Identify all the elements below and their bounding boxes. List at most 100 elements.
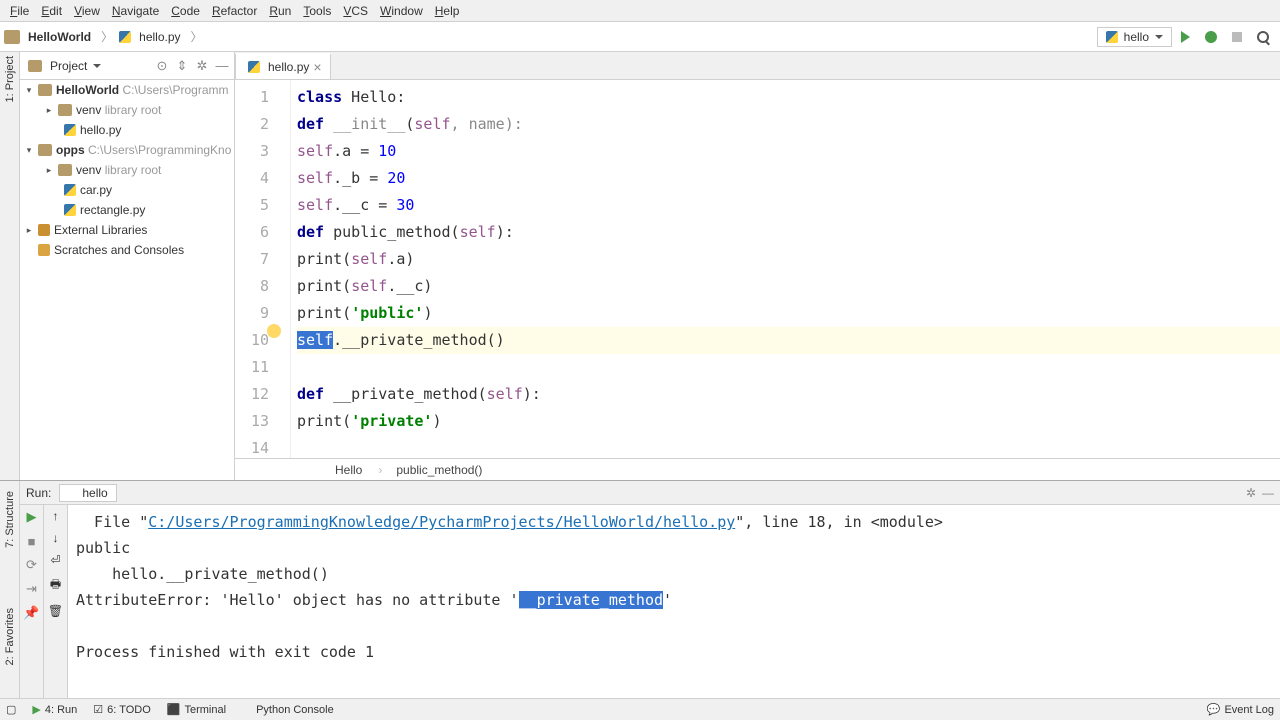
terminal-tool-button[interactable]: ⬛Terminal bbox=[167, 703, 226, 716]
menu-run[interactable]: Run bbox=[263, 2, 297, 20]
nav-bar: HelloWorld 〉 hello.py 〉 hello bbox=[0, 22, 1280, 52]
tree-hint: library root bbox=[105, 103, 162, 117]
menu-tools[interactable]: Tools bbox=[297, 2, 337, 20]
python-file-icon bbox=[64, 184, 76, 196]
menu-edit[interactable]: Edit bbox=[35, 2, 68, 20]
python-file-icon bbox=[248, 61, 260, 73]
code-area[interactable]: class Hello: def __init__(self, name): s… bbox=[291, 80, 1280, 458]
folder-icon bbox=[58, 164, 72, 176]
rerun-button[interactable]: ▶ bbox=[24, 509, 40, 525]
close-tab-button[interactable]: × bbox=[313, 59, 321, 75]
breadcrumb-project[interactable]: HelloWorld bbox=[24, 30, 99, 44]
down-button[interactable]: ↓ bbox=[53, 531, 59, 545]
stop-button[interactable] bbox=[1226, 26, 1248, 48]
search-everywhere-button[interactable] bbox=[1252, 26, 1274, 48]
up-button[interactable]: ↑ bbox=[53, 509, 59, 523]
run-settings-icon[interactable]: ✲ bbox=[1246, 486, 1256, 500]
export-button[interactable]: ⇥ bbox=[24, 581, 40, 597]
python-icon bbox=[1106, 31, 1118, 43]
editor-pane: hello.py × 1234567891011121314 class Hel… bbox=[235, 52, 1280, 480]
tree-scratch[interactable]: Scratches and Consoles bbox=[54, 243, 184, 257]
todo-tool-button[interactable]: ☑6: TODO bbox=[93, 703, 150, 716]
python-file-icon bbox=[64, 124, 76, 136]
left-tool-stripe: 1: Project bbox=[0, 52, 20, 480]
tool-toggle-button[interactable]: ▢ bbox=[6, 703, 16, 716]
bottom-tool-stripe: ▢ ▶4: Run ☑6: TODO ⬛Terminal Python Cons… bbox=[0, 698, 1280, 720]
run-tab-label: hello bbox=[82, 486, 107, 500]
hide-icon[interactable]: — bbox=[214, 58, 230, 74]
menu-bar: File Edit View Navigate Code Refactor Ru… bbox=[0, 0, 1280, 22]
run-tab[interactable]: hello bbox=[59, 484, 116, 502]
folder-icon bbox=[28, 60, 42, 72]
tree-file-hello[interactable]: hello.py bbox=[80, 123, 121, 137]
console-output[interactable]: File "C:/Users/ProgrammingKnowledge/Pych… bbox=[68, 505, 1280, 698]
run-tool-button[interactable]: ▶4: Run bbox=[32, 703, 77, 716]
locate-icon[interactable]: ⊙ bbox=[154, 58, 170, 74]
breadcrumb-file[interactable]: hello.py bbox=[135, 30, 188, 44]
library-icon bbox=[38, 224, 50, 236]
tree-hint2: library root bbox=[105, 163, 162, 177]
settings-icon[interactable]: ✲ bbox=[194, 58, 210, 74]
run-config-selector[interactable]: hello bbox=[1097, 27, 1172, 47]
clear-button[interactable]: 🗑 bbox=[48, 604, 63, 618]
play-icon bbox=[1181, 31, 1190, 43]
chevron-down-icon bbox=[1155, 35, 1163, 39]
selected-self: self bbox=[297, 331, 333, 349]
project-pane-title[interactable]: Project bbox=[46, 59, 91, 73]
menu-file[interactable]: File bbox=[4, 2, 35, 20]
print-button[interactable]: 🖶 bbox=[50, 575, 61, 596]
structure-tool-button[interactable]: 7: Structure bbox=[4, 491, 16, 548]
menu-code[interactable]: Code bbox=[165, 2, 206, 20]
run-toolbar-secondary: ↑ ↓ ⏎ 🖶 🗑 bbox=[44, 505, 68, 698]
event-log-button[interactable]: 💬Event Log bbox=[1207, 703, 1274, 716]
stop-icon bbox=[1232, 32, 1242, 42]
python-icon bbox=[68, 488, 78, 498]
tree-ext-libs[interactable]: External Libraries bbox=[54, 223, 147, 237]
run-button[interactable] bbox=[1174, 26, 1196, 48]
chevron-icon: 〉 bbox=[99, 28, 115, 45]
run-hide-icon[interactable]: — bbox=[1262, 486, 1274, 500]
tree-root[interactable]: HelloWorld bbox=[56, 83, 119, 97]
menu-refactor[interactable]: Refactor bbox=[206, 2, 263, 20]
menu-window[interactable]: Window bbox=[374, 2, 429, 20]
tree-file-car[interactable]: car.py bbox=[80, 183, 112, 197]
debug-button[interactable] bbox=[1200, 26, 1222, 48]
bc-method[interactable]: public_method() bbox=[378, 463, 482, 477]
pin-button[interactable]: 📌 bbox=[24, 605, 40, 621]
menu-help[interactable]: Help bbox=[429, 2, 466, 20]
tree-file-rect[interactable]: rectangle.py bbox=[80, 203, 145, 217]
menu-view[interactable]: View bbox=[68, 2, 106, 20]
python-console-tool-button[interactable]: Python Console bbox=[242, 704, 334, 716]
tab-label: hello.py bbox=[268, 60, 309, 74]
tree-venv[interactable]: venv bbox=[76, 103, 101, 117]
tree-opps[interactable]: opps bbox=[56, 143, 85, 157]
python-file-icon bbox=[119, 31, 131, 43]
run-config-name: hello bbox=[1124, 30, 1149, 44]
code-editor[interactable]: 1234567891011121314 class Hello: def __i… bbox=[235, 80, 1280, 458]
bc-class[interactable]: Hello bbox=[335, 463, 362, 477]
stop-button[interactable]: ■ bbox=[24, 533, 40, 549]
file-link[interactable]: C:/Users/ProgrammingKnowledge/PycharmPro… bbox=[148, 513, 735, 531]
project-tool-button[interactable]: 1: Project bbox=[4, 56, 16, 102]
menu-navigate[interactable]: Navigate bbox=[106, 2, 165, 20]
left-tool-stripe-lower: 7: Structure 2: Favorites bbox=[0, 481, 20, 698]
structure-breadcrumb[interactable]: Hello public_method() bbox=[235, 458, 1280, 480]
chevron-down-icon[interactable] bbox=[93, 64, 101, 68]
restart-button[interactable]: ⟳ bbox=[24, 557, 40, 573]
bug-icon bbox=[1205, 31, 1217, 43]
tree-venv2[interactable]: venv bbox=[76, 163, 101, 177]
menu-vcs[interactable]: VCS bbox=[337, 2, 374, 20]
fold-gutter bbox=[277, 80, 291, 458]
run-tool-window: 7: Structure 2: Favorites Run: hello ✲ —… bbox=[0, 480, 1280, 698]
intention-bulb-icon[interactable] bbox=[267, 324, 281, 338]
project-tree[interactable]: ▾HelloWorld C:\Users\Programm ▸venv libr… bbox=[20, 80, 234, 480]
editor-tab-hello[interactable]: hello.py × bbox=[235, 53, 331, 79]
wrap-button[interactable]: ⏎ bbox=[50, 553, 60, 567]
search-icon bbox=[1257, 31, 1269, 43]
python-icon bbox=[242, 705, 252, 715]
collapse-icon[interactable]: ⇕ bbox=[174, 58, 190, 74]
project-icon bbox=[4, 30, 20, 44]
python-file-icon bbox=[64, 204, 76, 216]
run-label: Run: bbox=[26, 486, 51, 500]
favorites-tool-button[interactable]: 2: Favorites bbox=[4, 608, 16, 665]
